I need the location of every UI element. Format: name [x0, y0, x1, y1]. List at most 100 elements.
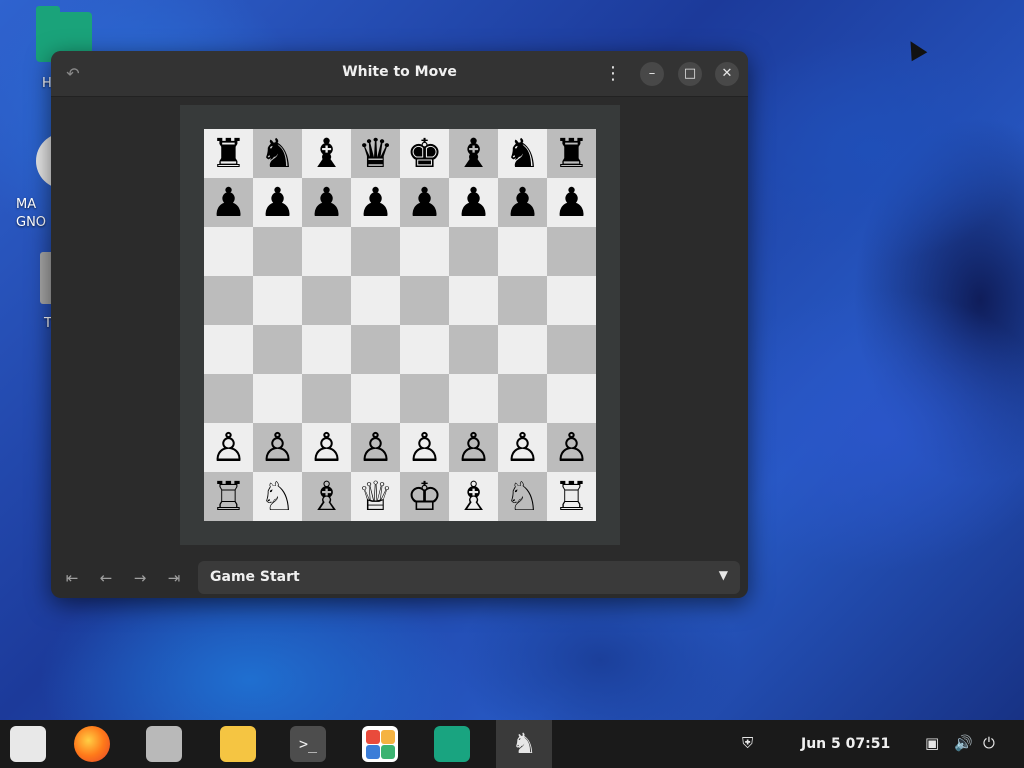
chess-piece[interactable]: ♝: [309, 134, 345, 174]
square-e6[interactable]: [400, 227, 449, 276]
menu-icon[interactable]: ⋮: [601, 62, 625, 86]
square-g2[interactable]: ♙: [498, 423, 547, 472]
first-move-icon[interactable]: ⇤: [59, 566, 85, 590]
square-g4[interactable]: [498, 325, 547, 374]
square-a4[interactable]: [204, 325, 253, 374]
app-menu-icon[interactable]: [10, 726, 46, 762]
square-g3[interactable]: [498, 374, 547, 423]
chess-piece[interactable]: ♘: [260, 477, 296, 517]
text-editor-icon[interactable]: [220, 726, 256, 762]
square-c5[interactable]: [302, 276, 351, 325]
square-d5[interactable]: [351, 276, 400, 325]
maximize-icon[interactable]: □: [678, 62, 702, 86]
square-h4[interactable]: [547, 325, 596, 374]
chess-piece[interactable]: ♟: [211, 183, 247, 223]
chess-piece[interactable]: ♔: [407, 477, 443, 517]
volume-icon[interactable]: 🔊: [954, 734, 973, 752]
chess-piece[interactable]: ♚: [407, 134, 443, 174]
square-b1[interactable]: ♘: [253, 472, 302, 521]
square-e4[interactable]: [400, 325, 449, 374]
chess-piece[interactable]: ♟: [554, 183, 590, 223]
chess-piece[interactable]: ♟: [407, 183, 443, 223]
square-b8[interactable]: ♞: [253, 129, 302, 178]
square-e1[interactable]: ♔: [400, 472, 449, 521]
files-icon[interactable]: [146, 726, 182, 762]
chess-piece[interactable]: ♙: [211, 428, 247, 468]
shield-icon[interactable]: ⛨: [742, 734, 753, 752]
square-c8[interactable]: ♝: [302, 129, 351, 178]
square-h6[interactable]: [547, 227, 596, 276]
chess-piece[interactable]: ♘: [505, 477, 541, 517]
square-d1[interactable]: ♕: [351, 472, 400, 521]
square-b6[interactable]: [253, 227, 302, 276]
square-g6[interactable]: [498, 227, 547, 276]
chess-piece[interactable]: ♖: [554, 477, 590, 517]
square-f1[interactable]: ♗: [449, 472, 498, 521]
square-h1[interactable]: ♖: [547, 472, 596, 521]
square-b5[interactable]: [253, 276, 302, 325]
terminal-icon[interactable]: >_: [290, 726, 326, 762]
minimize-icon[interactable]: –: [640, 62, 664, 86]
previous-move-icon[interactable]: ←: [93, 566, 119, 590]
chess-piece[interactable]: ♙: [260, 428, 296, 468]
square-f5[interactable]: [449, 276, 498, 325]
network-icon[interactable]: ▣: [925, 734, 939, 752]
square-a5[interactable]: [204, 276, 253, 325]
clock[interactable]: Jun 5 07:51: [801, 736, 890, 752]
square-e5[interactable]: [400, 276, 449, 325]
square-f7[interactable]: ♟: [449, 178, 498, 227]
square-h2[interactable]: ♙: [547, 423, 596, 472]
chess-piece[interactable]: ♙: [407, 428, 443, 468]
square-g8[interactable]: ♞: [498, 129, 547, 178]
square-d8[interactable]: ♛: [351, 129, 400, 178]
square-d3[interactable]: [351, 374, 400, 423]
square-h5[interactable]: [547, 276, 596, 325]
square-h7[interactable]: ♟: [547, 178, 596, 227]
square-b2[interactable]: ♙: [253, 423, 302, 472]
last-move-icon[interactable]: ⇥: [161, 566, 187, 590]
square-a3[interactable]: [204, 374, 253, 423]
chess-piece[interactable]: ♙: [456, 428, 492, 468]
square-c4[interactable]: [302, 325, 351, 374]
firefox-icon[interactable]: [74, 726, 110, 762]
chess-piece[interactable]: ♖: [211, 477, 247, 517]
chess-piece[interactable]: ♟: [358, 183, 394, 223]
square-b4[interactable]: [253, 325, 302, 374]
chess-piece[interactable]: ♙: [505, 428, 541, 468]
square-a1[interactable]: ♖: [204, 472, 253, 521]
square-d7[interactable]: ♟: [351, 178, 400, 227]
square-c3[interactable]: [302, 374, 351, 423]
square-g7[interactable]: ♟: [498, 178, 547, 227]
square-a7[interactable]: ♟: [204, 178, 253, 227]
power-icon[interactable]: ⏻: [983, 734, 995, 752]
square-d2[interactable]: ♙: [351, 423, 400, 472]
square-h8[interactable]: ♜: [547, 129, 596, 178]
square-a6[interactable]: [204, 227, 253, 276]
chess-board[interactable]: ♜ ♞ ♝ ♛ ♚ ♝ ♞ ♜ ♟ ♟ ♟ ♟ ♟ ♟ ♟ ♟ ♙ ♙ ♙ ♙ ♙ ♙ ♙ ♙ ♖ ♘ ♗ ♕ ♔ ♗ ♘ ♖: [204, 129, 596, 521]
square-e7[interactable]: ♟: [400, 178, 449, 227]
square-a8[interactable]: ♜: [204, 129, 253, 178]
square-b7[interactable]: ♟: [253, 178, 302, 227]
square-f2[interactable]: ♙: [449, 423, 498, 472]
square-f8[interactable]: ♝: [449, 129, 498, 178]
chess-piece[interactable]: ♝: [456, 134, 492, 174]
chess-piece[interactable]: ♜: [211, 134, 247, 174]
move-history-dropdown[interactable]: Game Start ▼: [198, 561, 740, 594]
square-g1[interactable]: ♘: [498, 472, 547, 521]
chess-piece[interactable]: ♟: [456, 183, 492, 223]
chess-app-icon[interactable]: ♞: [506, 726, 542, 762]
square-h3[interactable]: [547, 374, 596, 423]
square-e2[interactable]: ♙: [400, 423, 449, 472]
square-c2[interactable]: ♙: [302, 423, 351, 472]
square-g5[interactable]: [498, 276, 547, 325]
square-f3[interactable]: [449, 374, 498, 423]
manjaro-settings-icon[interactable]: [434, 726, 470, 762]
square-c7[interactable]: ♟: [302, 178, 351, 227]
square-e3[interactable]: [400, 374, 449, 423]
square-d4[interactable]: [351, 325, 400, 374]
chess-piece[interactable]: ♕: [358, 477, 394, 517]
chess-piece[interactable]: ♗: [456, 477, 492, 517]
chess-piece[interactable]: ♟: [505, 183, 541, 223]
chess-piece[interactable]: ♗: [309, 477, 345, 517]
square-b3[interactable]: [253, 374, 302, 423]
